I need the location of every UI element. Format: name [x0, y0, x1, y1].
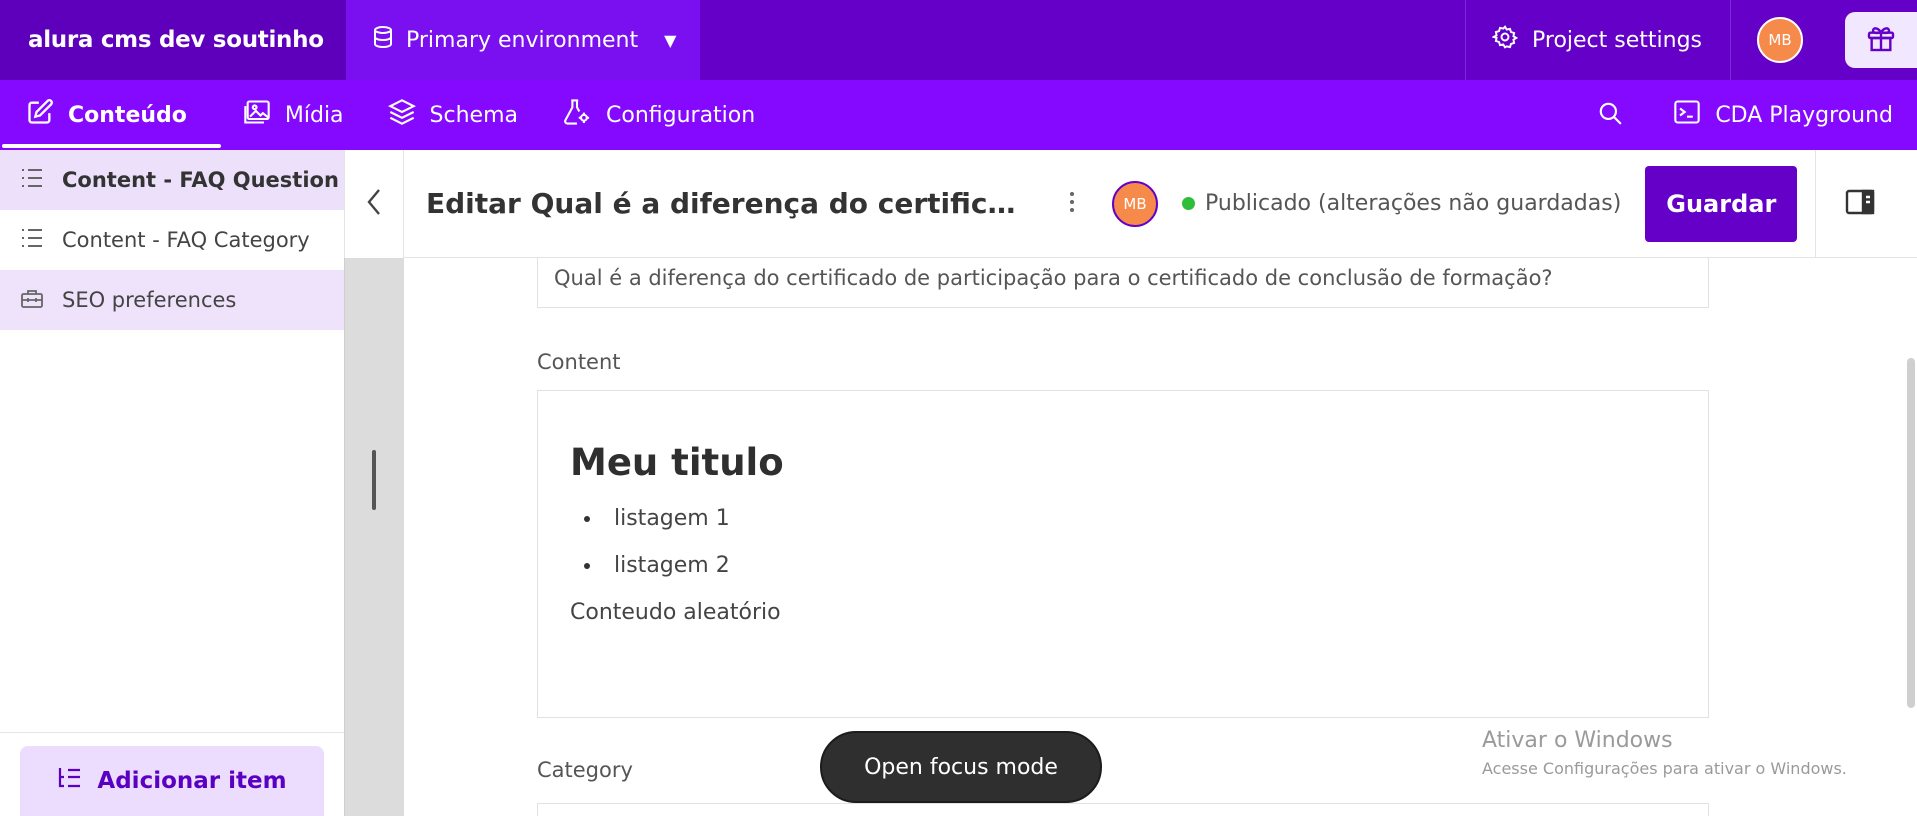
sidebar-item-label: Content - FAQ Question	[62, 168, 339, 192]
publish-status: Publicado (alterações não guardadas)	[1182, 191, 1621, 216]
side-panel-icon	[1845, 189, 1875, 219]
nav-tab-midia[interactable]: Mídia	[221, 80, 366, 150]
windows-activation-watermark: Ativar o Windows Acesse Configurações pa…	[1482, 728, 1847, 778]
list-icon	[20, 167, 44, 194]
editor-scrollbar[interactable]	[1904, 258, 1917, 816]
project-settings-label: Project settings	[1532, 27, 1702, 53]
toggle-side-panel-button[interactable]	[1815, 149, 1903, 258]
project-name[interactable]: alura cms dev soutinho	[0, 0, 346, 80]
sidebar-item-seo-preferences[interactable]: SEO preferences	[0, 270, 344, 330]
nav-tab-label: Schema	[429, 102, 518, 128]
question-field[interactable]: Qual é a diferença do certificado de par…	[537, 258, 1709, 308]
nav-tab-label: Conteúdo	[68, 102, 187, 128]
watermark-subtitle: Acesse Configurações para ativar o Windo…	[1482, 759, 1847, 778]
category-field-label: Category	[537, 758, 633, 782]
sidebar-item-faq-question[interactable]: Content - FAQ Question	[0, 150, 344, 210]
nav-tab-schema[interactable]: Schema	[366, 80, 540, 150]
chevron-left-icon	[365, 187, 383, 221]
sidebar-footer: Adicionar item	[0, 732, 344, 816]
environment-label: Primary environment	[406, 27, 639, 53]
nav-tab-label: Configuration	[606, 102, 756, 128]
environment-selector[interactable]: Primary environment ▼	[346, 0, 700, 80]
more-options-button[interactable]	[1062, 191, 1082, 217]
content-paragraph: Conteudo aleatório	[570, 600, 781, 625]
content-list: listagem 1 listagem 2	[584, 506, 1676, 578]
search-icon	[1597, 100, 1623, 130]
cda-playground-label: CDA Playground	[1715, 102, 1893, 128]
add-item-label: Adicionar item	[97, 767, 287, 794]
nav-tab-label: Mídia	[284, 102, 344, 128]
save-button[interactable]: Guardar	[1645, 165, 1798, 242]
kebab-icon	[1069, 191, 1075, 217]
status-text: Publicado (alterações não guardadas)	[1205, 191, 1622, 216]
caret-down-icon: ▼	[664, 30, 677, 50]
scrollbar-thumb[interactable]	[1907, 358, 1915, 708]
top-bar: alura cms dev soutinho Primary environme…	[0, 0, 1917, 80]
open-focus-mode-button[interactable]: Open focus mode	[820, 731, 1102, 803]
sidebar-item-faq-category[interactable]: Content - FAQ Category	[0, 210, 344, 270]
editor-avatar: MB	[1112, 180, 1158, 227]
resize-handle[interactable]	[372, 450, 376, 510]
content-rich-text-editor[interactable]: Meu titulo listagem 1 listagem 2 Conteud…	[537, 390, 1709, 718]
collapse-sidebar-button[interactable]	[344, 149, 404, 258]
sidebar-item-label: Content - FAQ Category	[62, 228, 310, 252]
database-icon	[372, 25, 394, 55]
image-icon	[243, 99, 271, 131]
sidebar-item-label: SEO preferences	[62, 288, 237, 312]
gear-icon	[1491, 24, 1519, 56]
watermark-title: Ativar o Windows	[1482, 728, 1673, 753]
list-item: listagem 1	[584, 506, 1676, 531]
search-button[interactable]	[1573, 100, 1647, 130]
category-field[interactable]	[537, 803, 1709, 816]
layers-icon	[387, 98, 416, 132]
edit-icon	[26, 98, 54, 132]
add-item-button[interactable]: Adicionar item	[20, 745, 324, 816]
model-sidebar: Content - FAQ Question Content - FAQ Cat…	[0, 150, 344, 816]
user-avatar[interactable]: MB	[1757, 17, 1803, 63]
terminal-icon	[1673, 98, 1701, 132]
flask-gear-icon	[562, 98, 592, 132]
main-navigation: Conteúdo Mídia Schema Configuration CDA …	[0, 80, 1917, 150]
project-settings-button[interactable]: Project settings	[1465, 0, 1731, 80]
tree-add-icon	[57, 766, 83, 796]
gift-button[interactable]	[1845, 12, 1917, 68]
content-field-label: Content	[537, 350, 621, 374]
status-dot-icon	[1182, 197, 1195, 210]
nav-tab-conteudo[interactable]: Conteúdo	[0, 80, 221, 150]
cda-playground-button[interactable]: CDA Playground	[1647, 98, 1917, 132]
page-title: Editar Qual é a diferença do certificado…	[426, 187, 1026, 220]
nav-tab-configuration[interactable]: Configuration	[540, 80, 777, 150]
gift-icon	[1865, 22, 1897, 58]
content-heading: Meu titulo	[570, 441, 784, 484]
list-icon	[20, 227, 44, 254]
toolbox-icon	[20, 287, 44, 314]
nav-right-group: CDA Playground	[1573, 80, 1917, 150]
list-item: listagem 2	[584, 553, 1676, 578]
editor-header: Editar Qual é a diferença do certificado…	[344, 149, 1917, 258]
